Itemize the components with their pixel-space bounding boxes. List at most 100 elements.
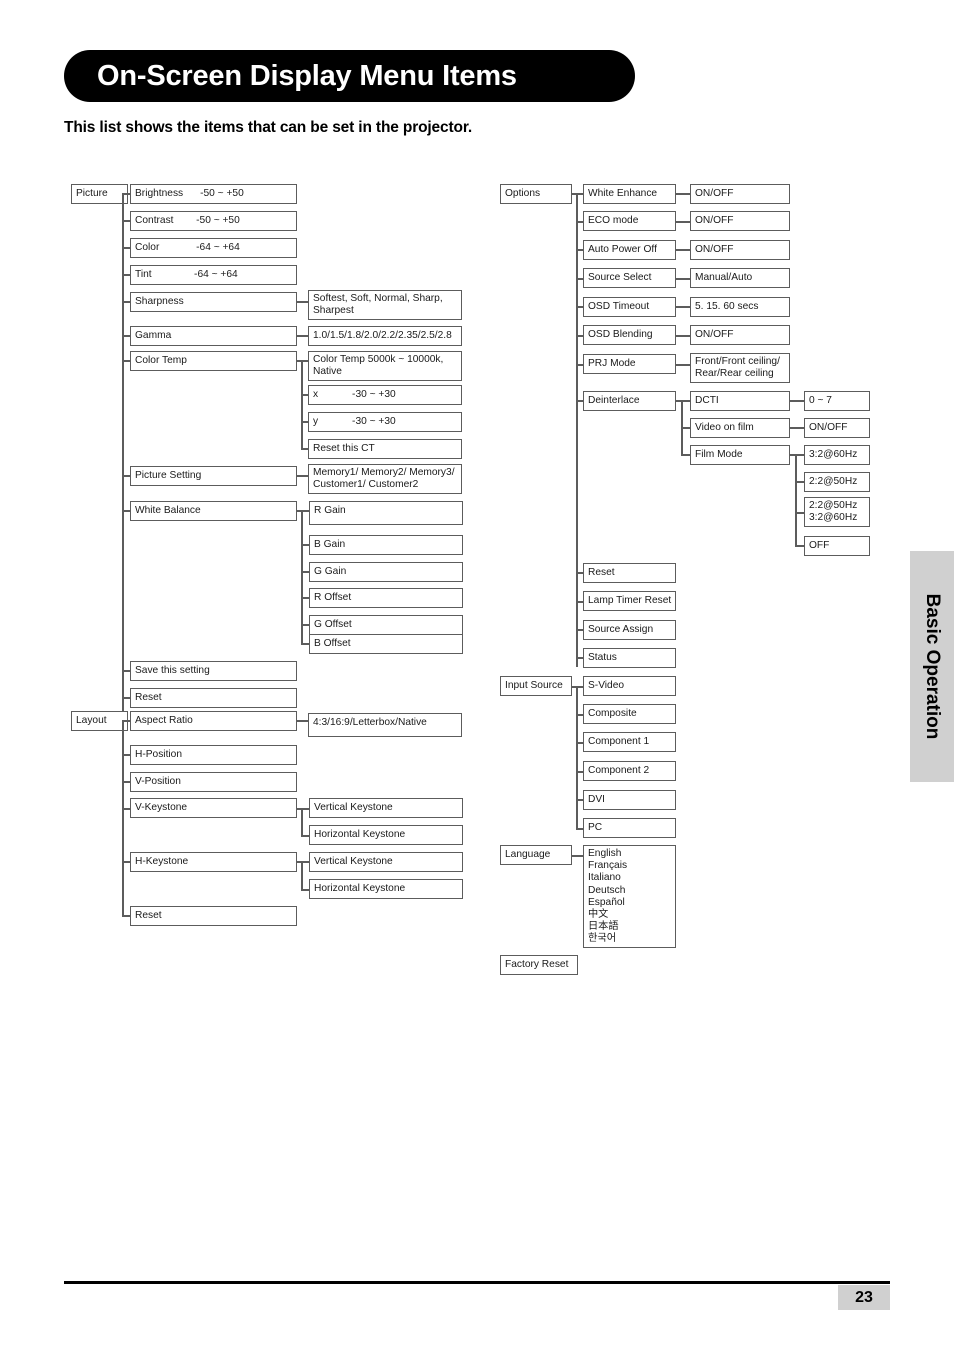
node-lamp-timer-reset: Lamp Timer Reset xyxy=(583,591,676,611)
connector xyxy=(676,335,690,337)
node-osd-blending: OSD Blending xyxy=(583,325,676,345)
connector xyxy=(676,221,690,223)
node-layout: Layout xyxy=(71,711,128,731)
node-picture-setting-values: Memory1/ Memory2/ Memory3/ Customer1/ Cu… xyxy=(308,464,462,494)
node-prj-mode-values: Front/Front ceiling/ Rear/Rear ceiling xyxy=(690,353,790,383)
connector-spine-colortemp xyxy=(301,360,303,449)
node-tint: Tint -64 ~ +64 xyxy=(130,265,297,285)
connector-spine-options xyxy=(576,193,578,667)
node-picture-reset: Reset xyxy=(130,688,297,708)
node-color: Color -64 ~ +64 xyxy=(130,238,297,258)
node-gamma: Gamma xyxy=(130,326,297,346)
node-osd-blending-values: ON/OFF xyxy=(690,325,790,345)
node-h-position: H-Position xyxy=(130,745,297,765)
node-wb-g-gain: G Gain xyxy=(309,562,463,582)
connector xyxy=(297,301,308,303)
node-color-temp-values: Color Temp 5000k ~ 10000k, Native xyxy=(308,351,462,381)
node-wb-r-offset: R Offset xyxy=(309,588,463,608)
connector xyxy=(297,720,308,722)
connector-spine-picture xyxy=(122,193,124,712)
connector xyxy=(790,427,804,429)
node-source-select: Source Select xyxy=(583,268,676,288)
connector xyxy=(676,249,690,251)
node-sharpness: Sharpness xyxy=(130,292,297,312)
node-language: Language xyxy=(500,845,572,865)
node-sharpness-values: Softest, Soft, Normal, Sharp, Sharpest xyxy=(308,290,462,320)
connector-spine-vkey xyxy=(301,808,303,835)
node-aspect-ratio-values: 4:3/16:9/Letterbox/Native xyxy=(308,713,462,737)
node-video-on-film: Video on film xyxy=(690,418,790,438)
connector xyxy=(790,400,804,402)
node-status: Status xyxy=(583,648,676,668)
page-number: 23 xyxy=(838,1285,890,1310)
node-video-on-film-values: ON/OFF xyxy=(804,418,870,438)
node-input-source: Input Source xyxy=(500,676,572,696)
node-h-keystone-horizontal: Horizontal Keystone xyxy=(309,879,463,899)
node-contrast: Contrast -50 ~ +50 xyxy=(130,211,297,231)
connector-spine-layout xyxy=(122,720,124,915)
node-wb-g-offset: G Offset xyxy=(309,615,463,635)
manual-page: On-Screen Display Menu Items This list s… xyxy=(0,0,954,1356)
node-film-mode: Film Mode xyxy=(690,445,790,465)
node-white-enhance-values: ON/OFF xyxy=(690,184,790,204)
node-eco-mode: ECO mode xyxy=(583,211,676,231)
node-h-keystone-vertical: Vertical Keystone xyxy=(309,852,463,872)
node-s-video: S-Video xyxy=(583,676,676,696)
connector xyxy=(297,475,308,477)
node-auto-power-off: Auto Power Off xyxy=(583,240,676,260)
node-dcti-values: 0 ~ 7 xyxy=(804,391,870,411)
section-tab-label: Basic Operation xyxy=(922,593,943,740)
node-dvi: DVI xyxy=(583,790,676,810)
connector xyxy=(572,855,583,857)
node-color-temp-reset: Reset this CT xyxy=(308,439,462,459)
node-v-position: V-Position xyxy=(130,772,297,792)
node-wb-b-gain: B Gain xyxy=(309,535,463,555)
node-save-this-setting: Save this setting xyxy=(130,661,297,681)
node-component-1: Component 1 xyxy=(583,732,676,752)
node-v-keystone-vertical: Vertical Keystone xyxy=(309,798,463,818)
connector-spine-hkey xyxy=(301,861,303,889)
node-gamma-values: 1.0/1.5/1.8/2.0/2.2/2.35/2.5/2.8 xyxy=(308,326,462,346)
node-options: Options xyxy=(500,184,572,204)
node-wb-r-gain: R Gain xyxy=(309,501,463,525)
node-brightness: Brightness -50 ~ +50 xyxy=(130,184,297,204)
node-v-keystone: V-Keystone xyxy=(130,798,297,818)
node-source-select-values: Manual/Auto xyxy=(690,268,790,288)
connector xyxy=(676,364,690,366)
node-pc: PC xyxy=(583,818,676,838)
node-eco-mode-values: ON/OFF xyxy=(690,211,790,231)
node-film-mode-v3: 2:2@50Hz 3:2@60Hz xyxy=(804,497,870,527)
node-v-keystone-horizontal: Horizontal Keystone xyxy=(309,825,463,845)
node-film-mode-v4: OFF xyxy=(804,536,870,556)
node-wb-b-offset: B Offset xyxy=(309,634,463,654)
node-picture: Picture xyxy=(71,184,128,204)
node-component-2: Component 2 xyxy=(583,761,676,781)
node-picture-setting: Picture Setting xyxy=(130,466,297,486)
node-auto-power-off-values: ON/OFF xyxy=(690,240,790,260)
node-language-values: English Français Italiano Deutsch Españo… xyxy=(583,845,676,948)
node-composite: Composite xyxy=(583,704,676,724)
node-deinterlace: Deinterlace xyxy=(583,391,676,411)
node-film-mode-v1: 3:2@60Hz xyxy=(804,445,870,465)
node-film-mode-v2: 2:2@50Hz xyxy=(804,472,870,492)
connector xyxy=(676,193,690,195)
node-h-keystone: H-Keystone xyxy=(130,852,297,872)
osd-menu-tree: Picture Brightness -50 ~ +50 Contrast -5… xyxy=(0,0,954,1356)
node-color-temp-y: y -30 ~ +30 xyxy=(308,412,462,432)
node-aspect-ratio: Aspect Ratio xyxy=(130,711,297,731)
connector xyxy=(676,306,690,308)
footer-divider xyxy=(64,1281,890,1284)
node-white-balance: White Balance xyxy=(130,501,297,521)
connector-spine-filmmode xyxy=(795,454,797,545)
node-layout-reset: Reset xyxy=(130,906,297,926)
node-dcti: DCTI xyxy=(690,391,790,411)
connector xyxy=(297,335,308,337)
connector-spine-inputsource xyxy=(576,686,578,828)
node-prj-mode: PRJ Mode xyxy=(583,354,676,374)
node-options-reset: Reset xyxy=(583,563,676,583)
node-color-temp: Color Temp xyxy=(130,351,297,371)
node-color-temp-x: x -30 ~ +30 xyxy=(308,385,462,405)
connector xyxy=(676,278,690,280)
section-tab-basic-operation: Basic Operation xyxy=(910,551,954,782)
node-factory-reset: Factory Reset xyxy=(500,955,578,975)
